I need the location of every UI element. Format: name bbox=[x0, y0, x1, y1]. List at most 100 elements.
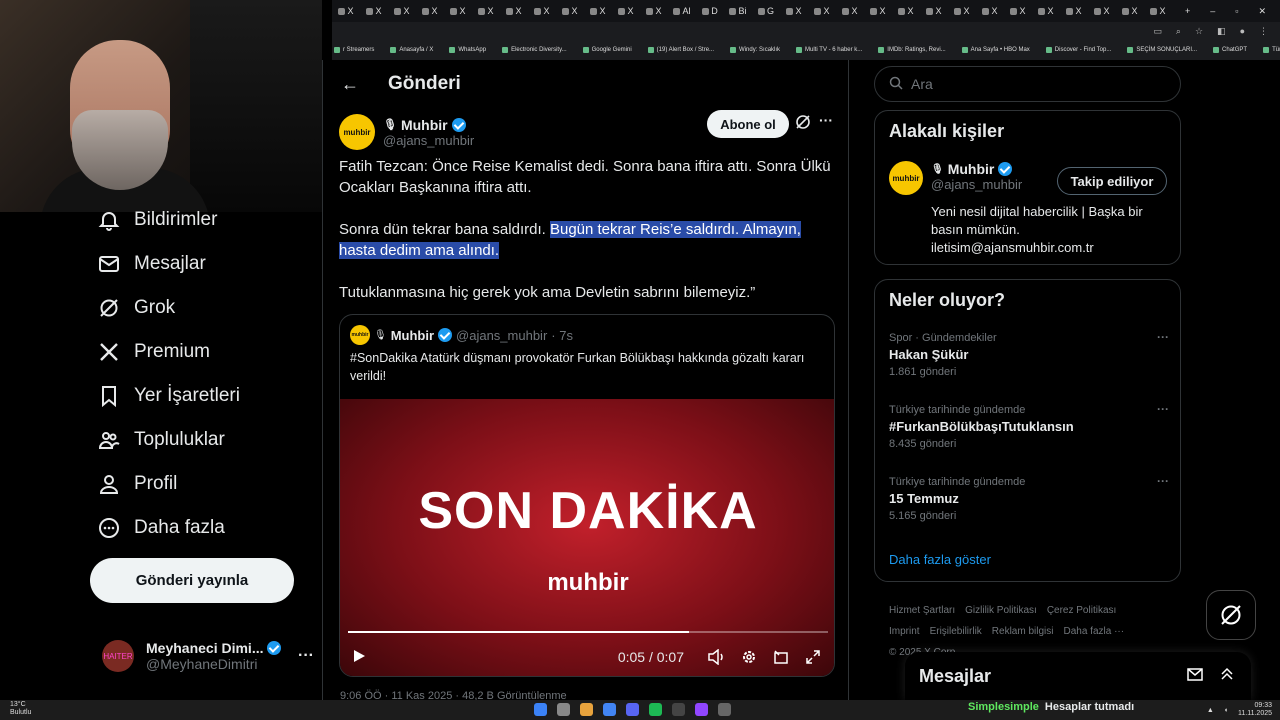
bookmark-item[interactable]: Anasayfa / X bbox=[390, 47, 433, 53]
browser-tab[interactable]: D bbox=[696, 0, 724, 22]
new-tab-icon[interactable]: + bbox=[1185, 6, 1190, 17]
bookmark-item[interactable]: Windy: Sıcaklık bbox=[730, 47, 780, 53]
bookmark-item[interactable]: Ana Sayfa • HBO Max bbox=[961, 47, 1030, 53]
expand-icon[interactable] bbox=[1219, 666, 1235, 687]
wifi-icon[interactable]: ▲ bbox=[1207, 707, 1214, 714]
footer-link[interactable]: Imprint bbox=[889, 626, 920, 637]
post-button[interactable]: Gönderi yayınla bbox=[90, 558, 294, 603]
menu-icon[interactable]: ⋮ bbox=[1259, 26, 1268, 37]
browser-tab[interactable]: Al bbox=[668, 0, 696, 22]
trend-more-icon[interactable]: ··· bbox=[1157, 330, 1169, 344]
account-switcher[interactable]: HAITER Meyhaneci Dimi... @MeyhaneDimitri… bbox=[102, 636, 322, 676]
browser-tab[interactable]: X bbox=[1088, 0, 1116, 22]
author-handle[interactable]: @ajans_muhbir bbox=[383, 133, 474, 148]
sidebar-item-grok[interactable]: Grok bbox=[90, 286, 320, 330]
browser-tab[interactable]: X bbox=[528, 0, 556, 22]
trend-item[interactable]: Türkiye tarihinde gündemde 15 Temmuz 5.165… bbox=[889, 474, 1169, 522]
cast-icon[interactable]: ▭ bbox=[1153, 26, 1162, 37]
browser-tab[interactable]: X bbox=[500, 0, 528, 22]
browser-tab[interactable]: X bbox=[836, 0, 864, 22]
browser-tab[interactable]: X bbox=[864, 0, 892, 22]
play-icon[interactable] bbox=[352, 649, 366, 666]
bookmark-item[interactable]: ChatGPT bbox=[1213, 47, 1247, 53]
browser-tab[interactable]: X bbox=[948, 0, 976, 22]
twitch-icon[interactable] bbox=[695, 703, 708, 716]
spotify-icon[interactable] bbox=[649, 703, 662, 716]
browser-tab[interactable]: X bbox=[1116, 0, 1144, 22]
author-name[interactable]: Muhbir bbox=[401, 117, 448, 133]
browser-tab[interactable]: X bbox=[1004, 0, 1032, 22]
profile-icon[interactable]: ● bbox=[1240, 26, 1245, 36]
bookmark-item[interactable]: Tüm Yer İşaretleri bbox=[1263, 47, 1280, 53]
sidebar-item-bildirimler[interactable]: Bildirimler bbox=[90, 198, 320, 242]
footer-link[interactable]: Daha fazla ··· bbox=[1063, 626, 1124, 637]
browser-tab[interactable]: X bbox=[416, 0, 444, 22]
browser-tab[interactable]: X bbox=[808, 0, 836, 22]
sidebar-item-daha-fazla[interactable]: Daha fazla bbox=[90, 506, 320, 550]
volume-tray-icon[interactable]: ◖ bbox=[1224, 707, 1228, 714]
bookmark-item[interactable]: IMDb: Ratings, Revi... bbox=[878, 47, 946, 53]
restore-icon[interactable]: ▫ bbox=[1235, 6, 1238, 17]
browser-tab[interactable]: Bi bbox=[724, 0, 752, 22]
sidebar-item-mesajlar[interactable]: Mesajlar bbox=[90, 242, 320, 286]
footer-link[interactable]: Çerez Politikası bbox=[1047, 605, 1116, 616]
browser-tab[interactable]: X bbox=[388, 0, 416, 22]
following-button[interactable]: Takip ediliyor bbox=[1057, 167, 1167, 195]
chrome-icon[interactable] bbox=[603, 703, 616, 716]
browser-tab[interactable]: X bbox=[976, 0, 1004, 22]
bookmark-item[interactable]: Discover - Find Top... bbox=[1045, 47, 1111, 53]
app-icon[interactable] bbox=[672, 703, 685, 716]
browser-tab[interactable]: X bbox=[780, 0, 808, 22]
browser-tab[interactable]: X bbox=[1060, 0, 1088, 22]
browser-tab[interactable]: X bbox=[332, 0, 360, 22]
trend-more-icon[interactable]: ··· bbox=[1157, 402, 1169, 416]
grok-icon[interactable] bbox=[795, 114, 811, 135]
browser-tab[interactable]: X bbox=[892, 0, 920, 22]
sidebar-item-topluluklar[interactable]: Topluluklar bbox=[90, 418, 320, 462]
grok-fab-icon[interactable] bbox=[1206, 590, 1256, 640]
minimize-icon[interactable]: – bbox=[1210, 6, 1215, 17]
start-icon[interactable] bbox=[534, 703, 547, 716]
fullscreen-icon[interactable] bbox=[802, 646, 824, 668]
footer-link[interactable]: Gizlilik Politikası bbox=[965, 605, 1037, 616]
footer-link[interactable]: Reklam bilgisi bbox=[992, 626, 1054, 637]
explorer-icon[interactable] bbox=[580, 703, 593, 716]
browser-tab[interactable]: X bbox=[1144, 0, 1172, 22]
bookmark-item[interactable]: (19) Alert Box / Stre... bbox=[647, 47, 714, 53]
star-icon[interactable]: ☆ bbox=[1195, 26, 1203, 37]
trend-item[interactable]: Spor · Gündemdekiler Hakan Şükür 1.861 gön… bbox=[889, 330, 1169, 378]
discord-icon[interactable] bbox=[626, 703, 639, 716]
browser-tab[interactable]: X bbox=[920, 0, 948, 22]
search-input[interactable]: Ara bbox=[874, 66, 1181, 102]
post-more-icon[interactable]: ··· bbox=[819, 112, 833, 128]
browser-tab[interactable]: X bbox=[444, 0, 472, 22]
related-name[interactable]: Muhbir bbox=[948, 161, 995, 177]
browser-tab[interactable]: X bbox=[640, 0, 668, 22]
browser-tab[interactable]: X bbox=[584, 0, 612, 22]
browser-tab[interactable]: X bbox=[472, 0, 500, 22]
extensions-icon[interactable]: ◧ bbox=[1217, 26, 1226, 37]
close-icon[interactable]: ✕ bbox=[1258, 6, 1266, 17]
sidebar-item-premium[interactable]: Premium bbox=[90, 330, 320, 374]
browser-tab[interactable]: G bbox=[752, 0, 780, 22]
browser-tab[interactable]: X bbox=[1032, 0, 1060, 22]
footer-link[interactable]: Hizmet Şartları bbox=[889, 605, 955, 616]
messages-drawer[interactable]: Mesajlar bbox=[905, 652, 1251, 700]
back-arrow-icon[interactable]: ← bbox=[323, 74, 373, 95]
bookmark-item[interactable]: r Streamers bbox=[334, 47, 374, 53]
quoted-post[interactable]: muhbir 🎙 Muhbir @ajans_muhbir · 7s #SonD… bbox=[339, 314, 835, 677]
bookmark-item[interactable]: Electronic Diversity... bbox=[502, 47, 567, 53]
video-player[interactable]: SON DAKİKA muhbir 0:05 / 0:07 bbox=[340, 399, 834, 676]
trend-item[interactable]: Türkiye tarihinde gündemde #FurkanBölükba… bbox=[889, 402, 1169, 450]
volume-icon[interactable] bbox=[706, 646, 728, 668]
new-message-icon[interactable] bbox=[1187, 666, 1205, 687]
browser-tab[interactable]: X bbox=[556, 0, 584, 22]
settings-icon[interactable] bbox=[738, 646, 760, 668]
search-taskbar-icon[interactable] bbox=[557, 703, 570, 716]
browser-tab[interactable]: X bbox=[360, 0, 388, 22]
picture-in-picture-icon[interactable] bbox=[770, 646, 792, 668]
sidebar-item-profil[interactable]: Profil bbox=[90, 462, 320, 506]
show-more-link[interactable]: Daha fazla göster bbox=[889, 552, 991, 567]
browser-tab[interactable]: X bbox=[612, 0, 640, 22]
related-avatar[interactable]: muhbir bbox=[889, 161, 923, 195]
